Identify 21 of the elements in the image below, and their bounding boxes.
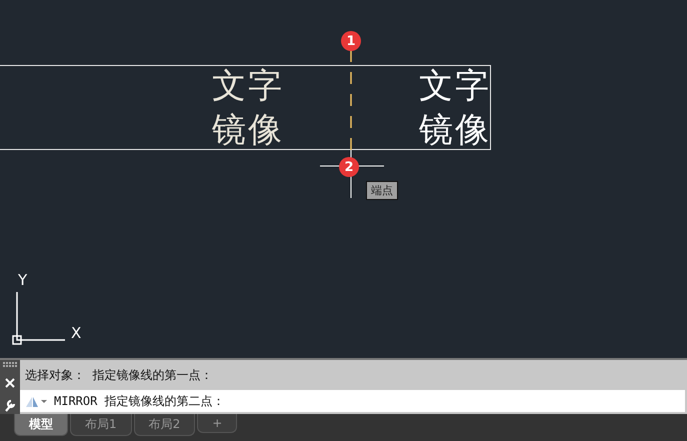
crosshair-cursor <box>320 150 384 198</box>
axis-label: Y <box>18 273 28 288</box>
close-icon[interactable] <box>5 378 15 388</box>
canvas-text: 文字 <box>212 65 284 108</box>
ucs-icon <box>12 292 65 345</box>
layout-tab[interactable]: 布局2 <box>134 414 196 436</box>
canvas-text: 镜像 <box>212 109 284 152</box>
axis-label: X <box>71 326 82 341</box>
command-icon[interactable] <box>24 395 48 407</box>
canvas-text: 镜像 <box>419 109 491 152</box>
command-history: 选择对象： 指定镜像线的第一点： <box>24 366 214 384</box>
layout-tab[interactable]: 布局1 <box>70 414 132 436</box>
command-prompt: MIRROR 指定镜像线的第二点： <box>54 392 225 410</box>
grip-icon[interactable] <box>3 362 17 367</box>
canvas-text: 文字 <box>419 65 491 108</box>
point-marker: 1 <box>341 31 361 51</box>
layout-tab[interactable]: + <box>197 414 238 433</box>
layout-tab[interactable]: 模型 <box>14 414 68 436</box>
wrench-icon[interactable] <box>4 399 16 412</box>
snap-tooltip: 端点 <box>366 181 398 200</box>
point-marker: 2 <box>339 157 359 177</box>
